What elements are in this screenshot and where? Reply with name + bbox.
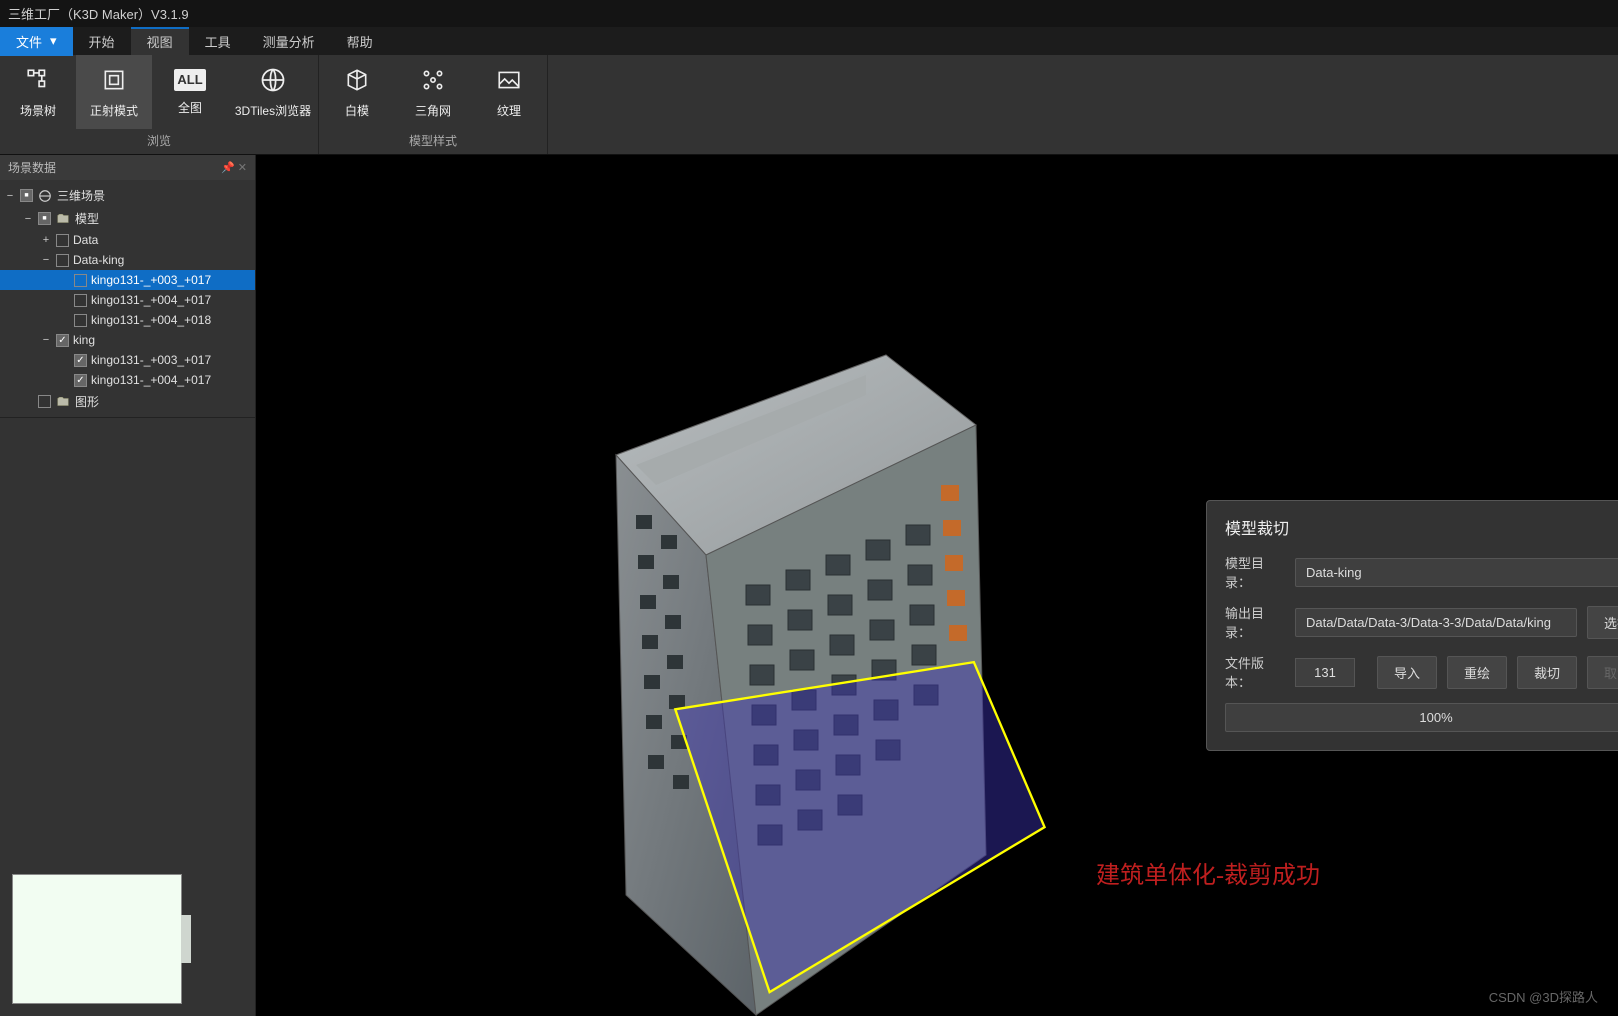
menu-view[interactable]: 视图: [131, 27, 189, 56]
tree-node-label: king: [73, 333, 95, 347]
tree-node-label: Data: [73, 233, 98, 247]
select-button[interactable]: 选择: [1587, 606, 1618, 639]
ribbon-group-style: 白模 三角网 纹理 模型样式: [319, 55, 548, 154]
menu-help[interactable]: 帮助: [331, 27, 389, 56]
ribbon-group-label-browse: 浏览: [0, 129, 318, 154]
menu-start[interactable]: 开始: [73, 27, 131, 56]
ribbon: 场景树 正射模式 ALL 全图 3DTiles浏览器 浏览: [0, 55, 1618, 155]
tree-checkbox[interactable]: [74, 314, 87, 327]
tree-checkbox[interactable]: [38, 212, 51, 225]
scene-tree[interactable]: − 三维场景 − 模型 + Data − Data-king kingo131-_+003_+0…: [0, 180, 255, 417]
tree-node-label: 图形: [75, 393, 99, 410]
panel-lower: [0, 417, 255, 717]
tree-node[interactable]: + Data: [0, 230, 255, 250]
chevron-down-icon: ▾: [50, 33, 57, 49]
tree-node-label: kingo131-_+004_+017: [91, 373, 211, 387]
side-panel: 场景数据 📌 ✕ − 三维场景 − 模型 + Data − Data-king kingo131…: [0, 155, 256, 1016]
tree-node[interactable]: kingo131-_+003_+017: [0, 270, 255, 290]
tree-checkbox[interactable]: [38, 395, 51, 408]
tree-node[interactable]: kingo131-_+004_+018: [0, 310, 255, 330]
grid-icon: [419, 66, 447, 94]
label-output-dir: 输出目录：: [1225, 603, 1285, 641]
tree-checkbox[interactable]: [56, 334, 69, 347]
globe-icon: [259, 66, 287, 94]
cube-icon: [343, 66, 371, 94]
tree-checkbox[interactable]: [20, 189, 33, 202]
image-icon: [495, 66, 523, 94]
ribbon-group-browse: 场景树 正射模式 ALL 全图 3DTiles浏览器 浏览: [0, 55, 319, 154]
label-model-dir: 模型目录：: [1225, 553, 1285, 591]
tree-node[interactable]: − Data-king: [0, 250, 255, 270]
dialog-title-text: 模型裁切: [1225, 515, 1289, 539]
ribbon-texture[interactable]: 纹理: [471, 55, 547, 129]
menu-measure[interactable]: 测量分析: [247, 27, 331, 56]
tree-icon: [24, 66, 52, 94]
all-icon: ALL: [174, 69, 206, 91]
collapse-icon[interactable]: −: [4, 190, 16, 202]
tree-node[interactable]: − king: [0, 330, 255, 350]
folder-icon: [55, 211, 71, 227]
dialog-titlebar: 模型裁切 ✕: [1207, 501, 1618, 553]
tree-node-label: kingo131-_+003_+017: [91, 353, 211, 367]
menubar: 文件 ▾ 开始 视图 工具 测量分析 帮助: [0, 27, 1618, 55]
ribbon-group-label-style: 模型样式: [319, 129, 547, 154]
tree-node[interactable]: kingo131-_+003_+017: [0, 350, 255, 370]
tree-node[interactable]: − 三维场景: [0, 184, 255, 207]
expand-icon[interactable]: +: [40, 234, 52, 246]
folder-icon: [55, 394, 71, 410]
watermark-text: CSDN @3D探路人: [1489, 987, 1598, 1006]
file-version-input[interactable]: [1295, 658, 1355, 687]
collapse-icon[interactable]: −: [22, 213, 34, 225]
tree-node-label: kingo131-_+004_+017: [91, 293, 211, 307]
panel-title: 场景数据: [8, 159, 56, 176]
ribbon-3dtiles[interactable]: 3DTiles浏览器: [228, 55, 318, 129]
ribbon-ortho[interactable]: 正射模式: [76, 55, 152, 129]
tree-node-label: Data-king: [73, 253, 124, 267]
ribbon-wireframe[interactable]: 三角网: [395, 55, 471, 129]
collapse-icon[interactable]: −: [40, 334, 52, 346]
tree-checkbox[interactable]: [56, 254, 69, 267]
thumbnail-area: [0, 717, 255, 1016]
app-title: 三维工厂（K3D Maker）V3.1.9: [8, 7, 189, 22]
tree-node[interactable]: kingo131-_+004_+017: [0, 370, 255, 390]
crop-dialog: 模型裁切 ✕ 模型目录： Data-king 输出目录： 选择 文件版本：: [1206, 500, 1618, 751]
tree-node-label: 三维场景: [57, 187, 105, 204]
tree-checkbox[interactable]: [56, 234, 69, 247]
ribbon-all[interactable]: ALL 全图: [152, 55, 228, 129]
output-dir-input[interactable]: [1295, 608, 1577, 637]
menu-tools[interactable]: 工具: [189, 27, 247, 56]
tree-checkbox[interactable]: [74, 354, 87, 367]
tree-checkbox[interactable]: [74, 374, 87, 387]
cancel-button[interactable]: 取消: [1587, 656, 1618, 689]
panel-header: 场景数据 📌 ✕: [0, 155, 255, 180]
crop-button[interactable]: 裁切: [1517, 656, 1577, 689]
titlebar: 三维工厂（K3D Maker）V3.1.9: [0, 0, 1618, 27]
tree-node-label: kingo131-_+003_+017: [91, 273, 211, 287]
thumbnail-preview[interactable]: [12, 874, 182, 1004]
model-dir-select[interactable]: Data-king: [1295, 558, 1618, 587]
panel-pin-icon[interactable]: 📌 ✕: [221, 161, 247, 174]
tree-checkbox[interactable]: [74, 274, 87, 287]
tree-node-label: kingo131-_+004_+018: [91, 313, 211, 327]
ribbon-scene-tree[interactable]: 场景树: [0, 55, 76, 129]
ribbon-white-model[interactable]: 白模: [319, 55, 395, 129]
tree-node-label: 模型: [75, 210, 99, 227]
tree-checkbox[interactable]: [74, 294, 87, 307]
tree-node[interactable]: − 模型: [0, 207, 255, 230]
import-button[interactable]: 导入: [1377, 656, 1437, 689]
menu-file[interactable]: 文件 ▾: [0, 27, 73, 56]
crop-selection[interactable]: [636, 635, 1076, 1016]
collapse-icon[interactable]: −: [40, 254, 52, 266]
globe-icon: [37, 188, 53, 204]
ortho-icon: [100, 66, 128, 94]
tree-node[interactable]: kingo131-_+004_+017: [0, 290, 255, 310]
redraw-button[interactable]: 重绘: [1447, 656, 1507, 689]
tree-node[interactable]: 图形: [0, 390, 255, 413]
viewport-3d[interactable]: 建筑单体化-裁剪成功 模型裁切 ✕ 模型目录： Data-king 输出目录： …: [256, 155, 1618, 1016]
label-file-version: 文件版本：: [1225, 653, 1285, 691]
progress-bar: 100%: [1225, 703, 1618, 732]
overlay-success-text: 建筑单体化-裁剪成功: [1096, 855, 1320, 890]
